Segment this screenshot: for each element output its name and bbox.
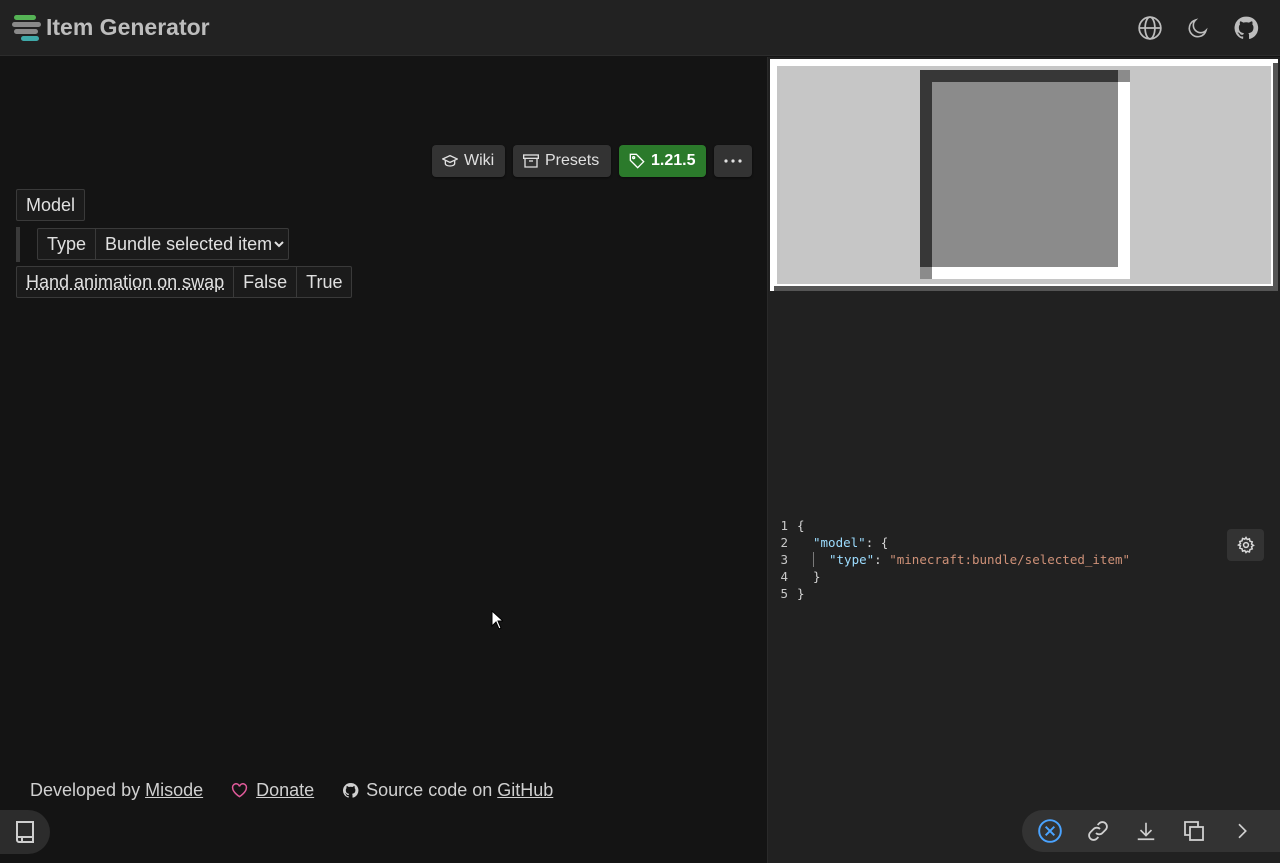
copy-button[interactable]	[1170, 810, 1218, 852]
heart-icon	[231, 783, 248, 798]
book-icon	[16, 821, 34, 843]
copy-icon	[1184, 821, 1204, 841]
code-line: 3 "type" : "minecraft:bundle/selected_it…	[780, 552, 1131, 567]
developer-link[interactable]: Misode	[145, 780, 203, 801]
code-line: 1 {	[780, 518, 805, 533]
moon-icon[interactable]	[1184, 14, 1212, 42]
code-line: 2 "model" : {	[780, 535, 889, 550]
wiki-button[interactable]: Wiki	[432, 145, 505, 177]
download-icon	[1137, 822, 1155, 841]
model-label: Model	[26, 194, 76, 215]
share-link-button[interactable]	[1074, 810, 1122, 852]
more-icon	[724, 159, 742, 163]
graduation-cap-icon	[442, 154, 458, 167]
type-select-value: Bundle selected item	[105, 233, 273, 254]
type-label: Type	[38, 229, 97, 259]
tag-icon	[629, 153, 645, 169]
developed-by-text: Developed by	[30, 780, 141, 800]
indent-guide	[16, 227, 20, 262]
presets-button[interactable]: Presets	[513, 145, 611, 177]
slot-corner	[920, 267, 932, 279]
app-title[interactable]: Item Generator	[46, 14, 210, 41]
app-logo[interactable]	[12, 15, 41, 42]
more-button[interactable]	[714, 145, 752, 177]
reset-button[interactable]	[1026, 810, 1074, 852]
mouse-cursor-icon	[491, 609, 505, 635]
output-actions	[1022, 810, 1280, 852]
code-line: 5 }	[780, 586, 805, 601]
editor-settings-button[interactable]	[1227, 529, 1264, 561]
donate-link[interactable]: Donate	[256, 780, 314, 801]
version-label: 1.21.5	[651, 152, 696, 169]
globe-icon[interactable]	[1136, 14, 1164, 42]
true-button[interactable]: True	[297, 267, 351, 297]
presets-label: Presets	[545, 152, 600, 169]
preview-shadow	[774, 286, 1278, 291]
false-button[interactable]: False	[234, 267, 298, 297]
hand-animation-node: Hand animation on swap False True	[16, 266, 353, 298]
model-node: Model	[16, 189, 86, 221]
hand-animation-label[interactable]: Hand animation on swap	[17, 267, 235, 297]
source-text: Source code on	[366, 780, 493, 800]
github-link[interactable]: GitHub	[497, 780, 553, 801]
version-button[interactable]: 1.21.5	[619, 145, 706, 177]
archive-icon	[523, 154, 539, 168]
code-line: 4 }	[780, 569, 821, 584]
output-panel: 1 { 2 "model" : { 3 "type" : "minecraft:…	[767, 57, 1280, 863]
download-button[interactable]	[1122, 810, 1170, 852]
close-circle-icon	[1038, 819, 1062, 843]
collapse-panel-button[interactable]	[1218, 810, 1266, 852]
generators-toggle-button[interactable]	[0, 810, 50, 854]
app-header: Item Generator	[0, 0, 1280, 56]
item-preview	[770, 59, 1278, 291]
type-node: Type Bundle selected item	[37, 228, 290, 260]
gear-icon	[1236, 536, 1255, 554]
type-select[interactable]: Bundle selected item	[96, 229, 288, 259]
chevron-down-icon	[274, 241, 284, 248]
preview-shadow	[1273, 63, 1278, 291]
wiki-label: Wiki	[464, 152, 495, 169]
json-output[interactable]: 1 { 2 "model" : { 3 "type" : "minecraft:…	[768, 515, 1280, 815]
slot-corner	[1118, 70, 1130, 82]
chevron-right-icon	[1238, 823, 1247, 839]
link-icon	[1088, 821, 1108, 841]
footer: Developed by Misode Donate Source code o…	[30, 780, 553, 801]
item-slot	[932, 82, 1118, 267]
editor-panel	[0, 57, 767, 863]
github-small-icon	[343, 783, 359, 798]
github-icon[interactable]	[1232, 14, 1260, 42]
